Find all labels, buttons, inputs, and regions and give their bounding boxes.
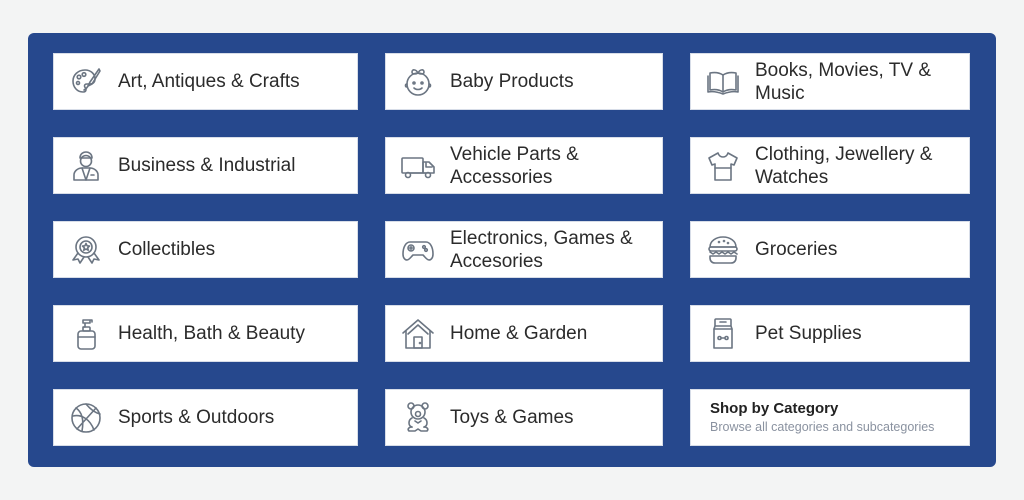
category-label: Vehicle Parts & Accessories — [450, 143, 579, 188]
category-groceries[interactable]: Groceries — [690, 221, 970, 278]
category-label: Home & Garden — [450, 323, 588, 344]
category-business-industrial[interactable]: Business & Industrial — [53, 137, 358, 194]
category-home-garden[interactable]: Home & Garden — [385, 305, 663, 362]
soap-dispenser-icon — [67, 315, 105, 353]
teddy-bear-icon — [399, 399, 437, 437]
basketball-icon — [67, 399, 105, 437]
category-books-movies-tv-music[interactable]: Books, Movies, TV & Music — [690, 53, 970, 110]
burger-icon — [704, 231, 742, 269]
category-label: Groceries — [755, 239, 838, 260]
category-label: Sports & Outdoors — [118, 407, 275, 428]
house-icon — [399, 315, 437, 353]
category-health-bath-beauty[interactable]: Health, Bath & Beauty — [53, 305, 358, 362]
badge-star-icon — [67, 231, 105, 269]
category-collectibles[interactable]: Collectibles — [53, 221, 358, 278]
category-electronics-games-accesories[interactable]: Electronics, Games & Accesories — [385, 221, 663, 278]
shop-by-category-link[interactable]: Shop by Category Browse all categories a… — [690, 389, 970, 446]
tshirt-icon — [704, 147, 742, 185]
category-vehicle-parts-accessories[interactable]: Vehicle Parts & Accessories — [385, 137, 663, 194]
worker-icon — [67, 147, 105, 185]
category-label: Electronics, Games & Accesories — [450, 227, 633, 272]
shop-by-category-subtitle: Browse all categories and subcategories — [710, 420, 935, 434]
palette-icon — [67, 63, 105, 101]
category-art-antiques-crafts[interactable]: Art, Antiques & Crafts — [53, 53, 358, 110]
category-label: Art, Antiques & Crafts — [118, 71, 300, 92]
open-book-icon — [704, 63, 742, 101]
category-pet-supplies[interactable]: Pet Supplies — [690, 305, 970, 362]
pet-food-bag-icon — [704, 315, 742, 353]
category-label: Business & Industrial — [118, 155, 296, 176]
category-toys-games[interactable]: Toys & Games — [385, 389, 663, 446]
shop-by-category-title: Shop by Category — [710, 400, 839, 417]
category-clothing-jewellery-watches[interactable]: Clothing, Jewellery & Watches — [690, 137, 970, 194]
category-label: Health, Bath & Beauty — [118, 323, 305, 344]
category-label: Books, Movies, TV & Music — [755, 59, 931, 104]
category-panel: Art, Antiques & Crafts Baby Products Boo… — [28, 33, 996, 467]
category-sports-outdoors[interactable]: Sports & Outdoors — [53, 389, 358, 446]
category-baby-products[interactable]: Baby Products — [385, 53, 663, 110]
gamepad-icon — [399, 231, 437, 269]
category-label: Baby Products — [450, 71, 574, 92]
category-label: Toys & Games — [450, 407, 574, 428]
truck-icon — [399, 147, 437, 185]
category-label: Pet Supplies — [755, 323, 862, 344]
category-label: Collectibles — [118, 239, 216, 260]
baby-face-icon — [399, 63, 437, 101]
category-label: Clothing, Jewellery & Watches — [755, 143, 933, 188]
